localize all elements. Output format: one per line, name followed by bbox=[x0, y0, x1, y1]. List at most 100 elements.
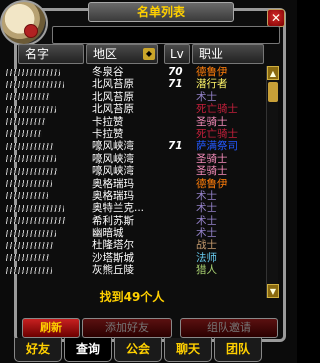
redaction-scribble bbox=[6, 93, 50, 101]
redaction-scribble bbox=[6, 68, 60, 76]
list-row[interactable]: 希利苏斯 术士 bbox=[0, 215, 264, 227]
list-row[interactable]: 卡拉赞 死亡骑士 bbox=[0, 128, 264, 140]
tab-who[interactable]: 查询 bbox=[64, 338, 112, 362]
found-count-label: 找到49个人 bbox=[99, 290, 165, 304]
zone-dropdown-arrow-icon[interactable]: ◆ bbox=[143, 48, 155, 60]
scroll-portrait-icon bbox=[0, 0, 48, 46]
redaction-scribble bbox=[6, 118, 46, 126]
list-row[interactable]: 嚎风峡湾 圣骑士 bbox=[0, 165, 264, 177]
player-zone: 嚎风峡湾 bbox=[92, 165, 134, 178]
list-row[interactable]: 嚎风峡湾 圣骑士 bbox=[0, 153, 264, 165]
player-zone: 希利苏斯 bbox=[92, 214, 134, 227]
player-zone: 北风苔原 bbox=[92, 78, 134, 91]
player-level: 70 bbox=[168, 66, 183, 78]
window-title: 名单列表 bbox=[88, 2, 234, 22]
player-zone: 奥特兰克... bbox=[92, 202, 145, 215]
redaction-scribble bbox=[6, 130, 42, 138]
scroll-up-arrow-icon[interactable]: ▲ bbox=[267, 66, 279, 80]
list-scrollbar[interactable]: ▲ ▼ bbox=[266, 66, 279, 298]
tab-chat[interactable]: 聊天 bbox=[164, 338, 212, 362]
list-row[interactable]: 奥特兰克... 术士 bbox=[0, 202, 264, 214]
list-row[interactable]: 北风苔原 71 潜行者 bbox=[0, 78, 264, 90]
player-level: 71 bbox=[168, 140, 183, 153]
list-row[interactable]: 北风苔原 术士 bbox=[0, 91, 264, 103]
player-zone: 卡拉赞 bbox=[92, 115, 124, 128]
player-name-redacted bbox=[6, 66, 76, 78]
list-row[interactable]: 冬泉谷 70 德鲁伊 bbox=[0, 66, 264, 78]
player-class: 圣骑士 bbox=[196, 165, 228, 178]
list-row[interactable]: 灰熊丘陵 猎人 bbox=[0, 264, 264, 276]
player-name-redacted bbox=[6, 202, 76, 214]
redaction-scribble bbox=[6, 105, 56, 113]
player-class: 死亡骑士 bbox=[196, 103, 238, 116]
redaction-scribble bbox=[6, 217, 66, 225]
redaction-scribble bbox=[6, 167, 58, 175]
scroll-thumb[interactable] bbox=[268, 82, 278, 102]
list-row[interactable]: 北风苔原 死亡骑士 bbox=[0, 103, 264, 115]
search-input[interactable] bbox=[52, 26, 280, 44]
wax-seal-icon bbox=[24, 24, 38, 38]
list-row[interactable]: 嚎风峡湾 71 萨满祭司 bbox=[0, 140, 264, 152]
player-zone: 北风苔原 bbox=[92, 103, 134, 116]
player-name-redacted bbox=[6, 215, 76, 227]
player-name-redacted bbox=[6, 239, 76, 251]
player-zone: 嚎风峡湾 bbox=[92, 152, 134, 165]
redaction-scribble bbox=[6, 80, 64, 88]
column-header-name[interactable]: 名字 bbox=[18, 44, 84, 64]
list-row[interactable]: 沙塔斯城 法师 bbox=[0, 252, 264, 264]
column-header-class[interactable]: 职业 bbox=[192, 44, 264, 64]
player-class: 术士 bbox=[196, 90, 217, 103]
add-friend-button[interactable]: 添加好友 bbox=[82, 318, 172, 338]
player-class: 战士 bbox=[196, 239, 217, 252]
player-zone: 沙塔斯城 bbox=[92, 251, 134, 264]
tab-friends[interactable]: 好友 bbox=[14, 338, 62, 362]
player-list: 冬泉谷 70 德鲁伊 北风苔原 71 潜行者 北风苔原 术士 北风苔原 死亡骑士 卡拉赞 圣骑士 卡拉赞… bbox=[0, 66, 264, 277]
column-header-level[interactable]: Lv bbox=[164, 44, 190, 64]
group-invite-button[interactable]: 组队邀请 bbox=[180, 318, 278, 338]
player-name-redacted bbox=[6, 190, 76, 202]
tab-raid[interactable]: 团队 bbox=[214, 338, 262, 362]
redaction-scribble bbox=[6, 254, 50, 262]
scroll-down-arrow-icon[interactable]: ▼ bbox=[267, 284, 279, 298]
player-zone: 嚎风峡湾 bbox=[92, 140, 134, 153]
list-row[interactable]: 幽暗城 术士 bbox=[0, 227, 264, 239]
refresh-button[interactable]: 刷新 bbox=[22, 318, 80, 338]
player-name-redacted bbox=[6, 103, 76, 115]
close-button[interactable]: ✕ bbox=[267, 9, 285, 27]
player-name-redacted bbox=[6, 128, 76, 140]
player-zone: 奥格瑞玛 bbox=[92, 177, 134, 190]
redaction-scribble bbox=[6, 204, 64, 212]
list-row[interactable]: 杜隆塔尔 战士 bbox=[0, 239, 264, 251]
player-name-redacted bbox=[6, 91, 76, 103]
player-zone: 幽暗城 bbox=[92, 227, 124, 240]
list-row[interactable]: 卡拉赞 圣骑士 bbox=[0, 116, 264, 128]
player-class: 潜行者 bbox=[196, 78, 228, 91]
player-zone: 冬泉谷 bbox=[92, 66, 124, 78]
player-class: 德鲁伊 bbox=[196, 177, 228, 190]
redaction-scribble bbox=[6, 192, 48, 200]
redaction-scribble bbox=[6, 155, 56, 163]
player-class: 萨满祭司 bbox=[196, 140, 238, 153]
player-zone: 灰熊丘陵 bbox=[92, 264, 134, 277]
column-header-zone[interactable]: 地区 ◆ bbox=[86, 44, 158, 64]
player-class: 法师 bbox=[196, 251, 217, 264]
player-class: 猎人 bbox=[196, 264, 217, 277]
player-name-redacted bbox=[6, 153, 76, 165]
tab-guild[interactable]: 公会 bbox=[114, 338, 162, 362]
player-name-redacted bbox=[6, 78, 76, 90]
redaction-scribble bbox=[6, 266, 52, 274]
player-class: 术士 bbox=[196, 202, 217, 215]
bottom-tabs: 好友 查询 公会 聊天 团队 bbox=[14, 338, 286, 363]
list-row[interactable]: 奥格瑞玛 术士 bbox=[0, 190, 264, 202]
list-row[interactable]: 奥格瑞玛 德鲁伊 bbox=[0, 178, 264, 190]
player-zone: 奥格瑞玛 bbox=[92, 189, 134, 202]
player-name-redacted bbox=[6, 227, 76, 239]
redaction-scribble bbox=[6, 180, 52, 188]
redaction-scribble bbox=[6, 142, 54, 150]
player-name-redacted bbox=[6, 252, 76, 264]
player-name-redacted bbox=[6, 116, 76, 128]
player-name-redacted bbox=[6, 165, 76, 177]
player-class: 术士 bbox=[196, 214, 217, 227]
player-name-redacted bbox=[6, 264, 76, 276]
redaction-scribble bbox=[6, 229, 56, 237]
